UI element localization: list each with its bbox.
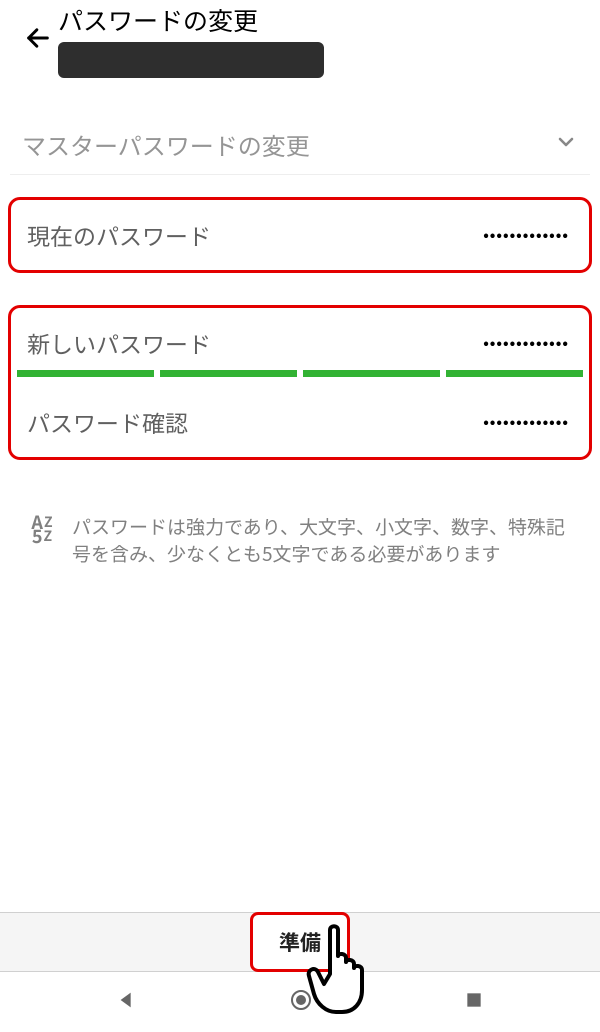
section-master-password[interactable]: マスターパスワードの変更 [0,124,600,164]
strength-segment [17,370,154,377]
arrow-left-icon [24,24,52,52]
nav-back-icon[interactable] [116,989,138,1016]
header: パスワードの変更 [0,0,600,78]
chevron-down-icon [554,130,578,159]
page-title: パスワードの変更 [58,2,324,38]
divider [10,174,590,175]
bottom-action-bar: 準備 [0,912,600,972]
password-strength-meter [11,370,589,379]
strength-segment [160,370,297,377]
new-password-box: 新しいパスワード ••••••••••••• パスワード確認 •••••••••… [8,305,592,460]
android-nav-bar [0,972,600,1032]
field-label: 新しいパスワード [27,326,211,360]
strength-segment [446,370,583,377]
confirm-password-field[interactable]: パスワード確認 ••••••••••••• [11,379,589,457]
ready-button[interactable]: 準備 [250,912,350,972]
back-button[interactable] [18,18,58,58]
section-label: マスターパスワードの変更 [22,127,310,162]
az5-icon: AZ 5Z [24,514,60,544]
nav-recent-icon[interactable] [464,990,484,1015]
redacted-subtitle [58,42,324,78]
field-value: ••••••••••••• [483,225,569,245]
current-password-box: 現在のパスワード ••••••••••••• [8,197,592,273]
current-password-field[interactable]: 現在のパスワード ••••••••••••• [11,200,589,270]
field-label: パスワード確認 [27,405,188,439]
field-value: ••••••••••••• [483,412,569,432]
strength-segment [303,370,440,377]
field-label: 現在のパスワード [27,218,211,252]
ready-button-label: 準備 [279,927,321,957]
nav-home-icon[interactable] [289,988,313,1017]
new-password-field[interactable]: 新しいパスワード ••••••••••••• [11,308,589,370]
password-hint: AZ 5Z パスワードは強力であり、大文字、小文字、数字、特殊記号を含み、少なく… [0,514,600,567]
field-value: ••••••••••••• [483,333,569,353]
hint-text: パスワードは強力であり、大文字、小文字、数字、特殊記号を含み、少なくとも5文字で… [72,514,576,567]
